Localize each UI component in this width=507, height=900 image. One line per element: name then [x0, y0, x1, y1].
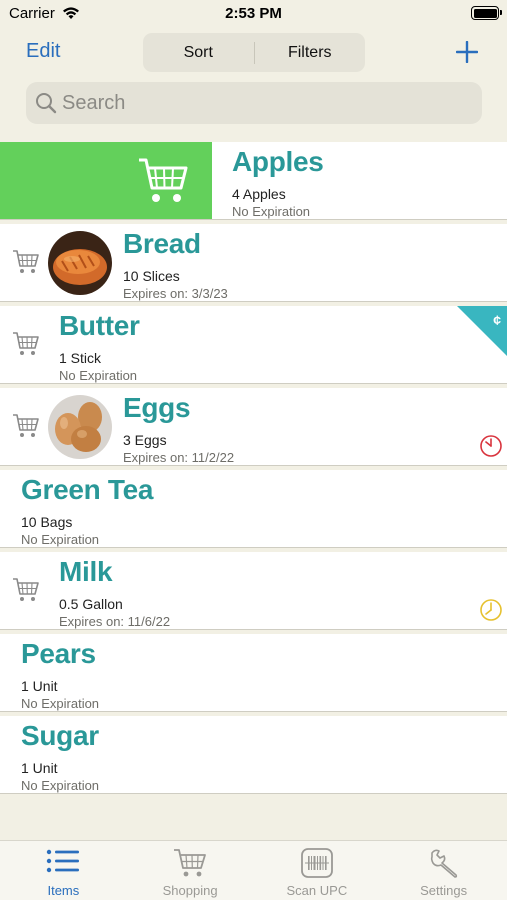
shopping-cart-icon	[139, 158, 188, 202]
list-item-sugar[interactable]: Sugar 1 Unit No Expiration	[0, 716, 507, 794]
cents-icon: ¢	[493, 312, 501, 328]
item-expiration: No Expiration	[21, 696, 100, 711]
list-item-bread[interactable]: Bread 10 Slices Expires on: 3/3/23	[0, 224, 507, 302]
item-name: Apples	[232, 146, 324, 177]
barcode-icon	[300, 848, 333, 878]
item-expiration: No Expiration	[232, 204, 311, 219]
tab-label: Scan UPC	[286, 883, 348, 898]
sort-filter-segmented-control: Sort Filters	[143, 33, 365, 72]
tab-label: Settings	[420, 883, 468, 898]
list-item-eggs[interactable]: Eggs 3 Eggs Expires on: 11/2/22	[0, 388, 507, 466]
search-icon	[36, 93, 57, 114]
wrench-icon	[430, 849, 457, 878]
item-name: Butter	[59, 310, 140, 341]
item-name: Milk	[59, 556, 113, 587]
item-quantity: 3 Eggs	[123, 432, 167, 448]
item-name: Green Tea	[21, 474, 154, 505]
sort-button[interactable]: Sort	[143, 44, 254, 62]
shopping-cart-icon[interactable]	[12, 249, 40, 275]
item-name: Pears	[21, 638, 96, 669]
list-item-butter[interactable]: Butter 1 Stick No Expiration ¢	[0, 306, 507, 384]
expiring-soon-clock-icon	[480, 599, 502, 621]
item-expiration: No Expiration	[21, 778, 100, 793]
item-name: Eggs	[123, 392, 191, 423]
status-bar: Carrier 2:53 PM	[0, 0, 507, 28]
item-quantity: 4 Apples	[232, 186, 286, 202]
list-item-pears[interactable]: Pears 1 Unit No Expiration	[0, 634, 507, 712]
item-name: Sugar	[21, 720, 99, 751]
tab-label: Shopping	[162, 883, 218, 898]
tab-settings[interactable]: Settings	[380, 841, 507, 900]
item-quantity: 1 Unit	[21, 678, 58, 694]
list-item-apples[interactable]: Apples 4 Apples No Expiration	[0, 142, 507, 220]
item-quantity: 0.5 Gallon	[59, 596, 123, 612]
eggs-photo	[48, 395, 112, 459]
item-quantity: 1 Unit	[21, 760, 58, 776]
item-quantity: 10 Bags	[21, 514, 73, 530]
bread-photo	[48, 231, 112, 295]
search-bar	[26, 82, 482, 124]
list-item-green-tea[interactable]: Green Tea 10 Bags No Expiration	[0, 470, 507, 548]
expired-clock-icon	[480, 435, 502, 457]
item-expiration: No Expiration	[21, 532, 100, 547]
edit-button[interactable]: Edit	[26, 40, 60, 63]
tab-scan-upc[interactable]: Scan UPC	[254, 841, 381, 900]
tab-items[interactable]: Items	[0, 841, 127, 900]
tab-shopping[interactable]: Shopping	[127, 841, 254, 900]
add-to-shopping-action[interactable]	[0, 142, 212, 219]
filters-button[interactable]: Filters	[255, 44, 366, 62]
item-list: Apples 4 Apples No Expiration Bread 10 S…	[0, 142, 507, 798]
item-name: Bread	[123, 228, 201, 259]
battery-icon	[471, 6, 502, 20]
item-expiration: Expires on: 11/2/22	[123, 450, 235, 465]
item-quantity: 10 Slices	[123, 268, 180, 284]
item-quantity: 1 Stick	[59, 350, 102, 366]
tab-label: Items	[47, 883, 80, 898]
list-icon	[47, 849, 80, 873]
list-item-milk[interactable]: Milk 0.5 Gallon Expires on: 11/6/22	[0, 552, 507, 630]
status-time: 2:53 PM	[225, 5, 282, 22]
shopping-cart-icon[interactable]	[12, 331, 40, 357]
cart-icon	[174, 849, 207, 877]
add-icon[interactable]	[456, 41, 478, 63]
shopping-cart-icon[interactable]	[12, 413, 40, 439]
item-expiration: Expires on: 3/3/23	[123, 286, 228, 301]
item-expiration: No Expiration	[59, 368, 138, 383]
tab-bar: Items Shopping Scan UPC Settings	[0, 840, 507, 900]
shopping-cart-icon[interactable]	[12, 577, 40, 603]
item-expiration: Expires on: 11/6/22	[59, 614, 171, 629]
search-input[interactable]	[62, 82, 462, 124]
